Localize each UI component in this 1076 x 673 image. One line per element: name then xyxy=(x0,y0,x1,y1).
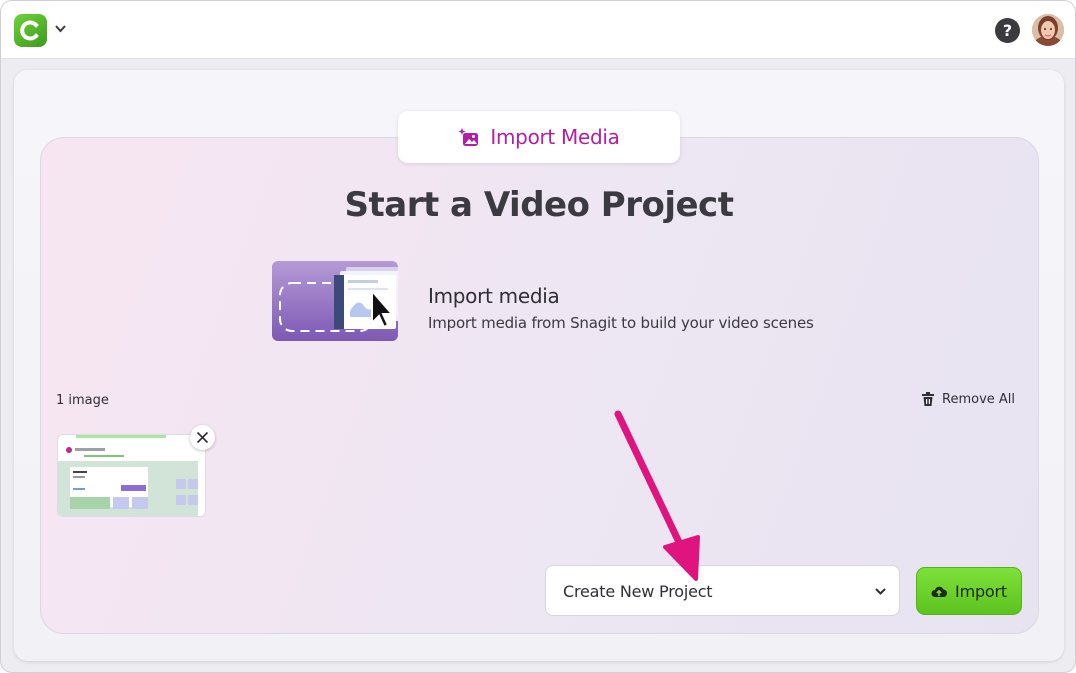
page-title: Start a Video Project xyxy=(344,185,734,225)
import-media-description: Import media from Snagit to build your v… xyxy=(428,314,814,332)
project-select[interactable]: Create New Project xyxy=(545,565,900,616)
tab-import-media[interactable]: Import Media xyxy=(398,111,680,163)
close-icon xyxy=(196,431,209,444)
magic-image-icon xyxy=(458,128,479,146)
chevron-down-icon xyxy=(875,588,886,595)
cloud-upload-icon xyxy=(931,586,948,597)
image-thumbnail[interactable] xyxy=(57,434,206,517)
camtasia-logo-icon[interactable] xyxy=(14,14,47,47)
file-count: 1 image xyxy=(56,393,109,408)
import-button[interactable]: Import xyxy=(916,567,1022,615)
remove-all-label: Remove All xyxy=(942,392,1016,407)
import-media-illustration[interactable] xyxy=(272,261,398,341)
import-button-label: Import xyxy=(955,581,1007,601)
chevron-down-icon[interactable] xyxy=(54,24,67,34)
project-select-value: Create New Project xyxy=(563,582,713,601)
trash-icon xyxy=(922,392,934,406)
remove-all-button[interactable]: Remove All xyxy=(921,392,1015,407)
import-media-heading: Import media xyxy=(428,284,560,308)
help-icon[interactable]: ? xyxy=(995,18,1020,43)
avatar[interactable] xyxy=(1032,14,1064,46)
tab-import-media-label: Import Media xyxy=(490,125,620,149)
app-window: ? Import Media Start a Video Project Imp… xyxy=(0,0,1076,673)
remove-image-button[interactable] xyxy=(190,425,215,450)
top-bar: ? xyxy=(1,1,1075,59)
